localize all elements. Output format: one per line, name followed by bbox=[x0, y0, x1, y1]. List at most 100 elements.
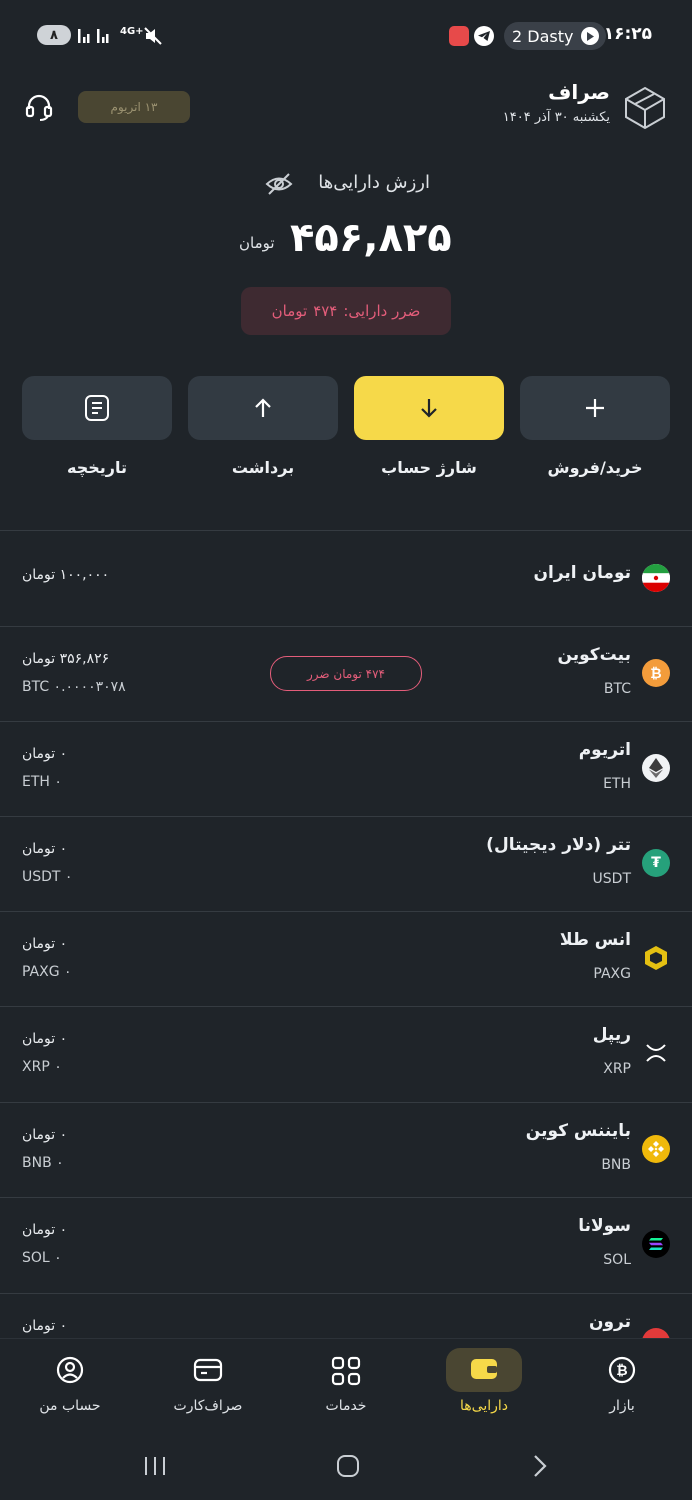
tether-coin-icon: ₮ bbox=[642, 849, 670, 877]
deposit-button[interactable] bbox=[354, 376, 504, 440]
battery-level: ۸ bbox=[50, 27, 58, 43]
bitcoin-coin-icon: ₿ bbox=[642, 659, 670, 687]
hide-balance-eye-icon[interactable] bbox=[265, 171, 293, 201]
asset-row-paxg[interactable]: انس طلا PAXG ۰ تومان PAXG ۰ bbox=[0, 912, 692, 1007]
withdraw-button[interactable] bbox=[188, 376, 338, 440]
header-date: یکشنبه ۳۰ آذر ۱۴۰۴ bbox=[502, 110, 610, 125]
asset-name: تومان ایران bbox=[533, 563, 631, 583]
asset-amount: ETH ۰ bbox=[22, 774, 62, 790]
arrow-up-icon bbox=[255, 398, 271, 417]
asset-name: اتریوم bbox=[578, 740, 631, 760]
loss-currency: تومان bbox=[271, 302, 308, 320]
asset-value: ۰ تومان bbox=[22, 1127, 68, 1143]
play-icon bbox=[581, 27, 600, 45]
asset-value: ۱۰۰,۰۰۰ تومان bbox=[22, 567, 110, 583]
asset-name: تتر (دلار دیجیتال) bbox=[486, 835, 631, 855]
mute-icon bbox=[143, 26, 163, 50]
asset-row-usdt[interactable]: ₮ تتر (دلار دیجیتال) USDT ۰ تومان USDT ۰ bbox=[0, 817, 692, 912]
nav-services[interactable]: خدمات bbox=[286, 1346, 406, 1426]
plus-icon bbox=[586, 399, 604, 417]
history-button[interactable] bbox=[22, 376, 172, 440]
asset-row-eth[interactable]: اتریوم ETH ۰ تومان ETH ۰ bbox=[0, 722, 692, 817]
asset-name: ترون bbox=[588, 1312, 631, 1332]
buy-sell-button[interactable] bbox=[520, 376, 670, 440]
card-icon bbox=[193, 1358, 223, 1386]
nav-assets[interactable]: دارایی‌ها bbox=[424, 1346, 544, 1426]
iran-flag-icon bbox=[642, 564, 670, 592]
asset-row-toman[interactable]: تومان ایران ۱۰۰,۰۰۰ تومان bbox=[0, 531, 692, 626]
loss-pill: ۴۷۴ تومان ضرر bbox=[270, 656, 422, 691]
status-bar: ۱۶:۲۵ 2 Dasty ۸ 4G+ bbox=[0, 0, 692, 70]
asset-value: ۳۵۶,۸۲۶ تومان bbox=[22, 651, 110, 667]
ripple-coin-icon bbox=[642, 1039, 670, 1067]
system-home-icon[interactable] bbox=[336, 1454, 360, 1482]
nav-label: خدمات bbox=[325, 1398, 367, 1414]
asset-name: بایننس کوین bbox=[525, 1121, 631, 1141]
arrow-down-icon bbox=[421, 399, 437, 418]
notification-app-icon bbox=[449, 26, 469, 46]
deposit-label: شارژ حساب bbox=[381, 458, 477, 477]
telegram-icon bbox=[474, 26, 494, 46]
asset-row-trx[interactable]: ترون ۰ تومان bbox=[0, 1294, 692, 1338]
network-type: 4G+ bbox=[120, 26, 144, 37]
media-chip-label: 2 Dasty bbox=[512, 26, 574, 46]
nav-label: صراف‌کارت bbox=[173, 1398, 243, 1414]
binance-coin-icon bbox=[642, 1135, 670, 1163]
loss-label: ضرر دارایی: bbox=[343, 302, 421, 320]
grid-icon bbox=[331, 1356, 361, 1390]
nav-market[interactable]: ₿ بازار bbox=[562, 1346, 682, 1426]
total-balance-currency: تومان bbox=[239, 234, 275, 252]
asset-name: انس طلا bbox=[559, 930, 631, 950]
history-document-icon bbox=[85, 395, 109, 421]
eth-chip[interactable]: ۱۳ اتریوم bbox=[78, 91, 190, 123]
asset-value: ۰ تومان bbox=[22, 1222, 68, 1238]
nav-card[interactable]: صراف‌کارت bbox=[148, 1346, 268, 1426]
asset-symbol: BNB bbox=[601, 1157, 631, 1173]
asset-value: ۰ تومان bbox=[22, 841, 68, 857]
asset-value: ۰ تومان bbox=[22, 936, 68, 952]
asset-row-xrp[interactable]: ریپل XRP ۰ تومان XRP ۰ bbox=[0, 1007, 692, 1102]
assets-value-title: ارزش دارایی‌ها bbox=[318, 172, 430, 193]
eth-chip-label: ۱۳ اتریوم bbox=[110, 100, 158, 114]
nav-label: حساب من bbox=[39, 1398, 101, 1414]
total-balance: ۴۵۶,۸۲۵ bbox=[290, 215, 452, 261]
gold-coin-icon bbox=[642, 944, 670, 972]
asset-symbol: SOL bbox=[603, 1252, 631, 1268]
solana-coin-icon bbox=[642, 1230, 670, 1258]
battery-icon: ۸ bbox=[37, 25, 71, 45]
bitcoin-icon: ₿ bbox=[608, 1356, 636, 1388]
support-headset-icon[interactable] bbox=[24, 92, 54, 126]
loss-value: ۴۷۴ bbox=[313, 302, 338, 320]
loss-badge: ضرر دارایی: ۴۷۴ تومان bbox=[241, 287, 451, 335]
asset-value: ۰ تومان bbox=[22, 1318, 68, 1334]
nav-label: دارایی‌ها bbox=[460, 1398, 508, 1414]
history-label: تاریخچه bbox=[67, 458, 127, 477]
media-chip[interactable]: 2 Dasty bbox=[504, 22, 606, 50]
app-logo-icon bbox=[624, 86, 666, 134]
nav-account[interactable]: حساب من bbox=[10, 1346, 130, 1426]
asset-symbol: USDT bbox=[592, 871, 631, 887]
loss-pill-text: ۴۷۴ تومان ضرر bbox=[306, 666, 385, 681]
asset-amount: PAXG ۰ bbox=[22, 964, 72, 980]
asset-name: ریپل bbox=[592, 1025, 631, 1045]
asset-amount: USDT ۰ bbox=[22, 869, 73, 885]
asset-amount: SOL ۰ bbox=[22, 1250, 62, 1266]
system-back-icon[interactable] bbox=[532, 1454, 548, 1482]
svg-text:₿: ₿ bbox=[616, 1363, 627, 1379]
time-text: ۱۶:۲۵ bbox=[603, 24, 652, 44]
asset-symbol: ETH bbox=[603, 776, 631, 792]
withdraw-label: برداشت bbox=[231, 458, 295, 477]
asset-name: سولانا bbox=[578, 1216, 631, 1236]
buy-sell-label: خرید/فروش bbox=[547, 458, 643, 477]
asset-row-bnb[interactable]: بایننس کوین BNB ۰ تومان BNB ۰ bbox=[0, 1103, 692, 1198]
tron-coin-icon bbox=[642, 1328, 670, 1338]
asset-name: بیت‌کوین bbox=[557, 645, 631, 665]
asset-amount: BTC ۰.۰۰۰۰۳۰۷۸ bbox=[22, 679, 126, 695]
asset-amount: BNB ۰ bbox=[22, 1155, 64, 1171]
asset-symbol: PAXG bbox=[593, 966, 631, 982]
system-recent-apps-icon[interactable] bbox=[143, 1455, 167, 1481]
asset-symbol: BTC bbox=[603, 681, 631, 697]
asset-row-btc[interactable]: ₿ بیت‌کوین BTC ۴۷۴ تومان ضرر ۳۵۶,۸۲۶ توم… bbox=[0, 627, 692, 722]
asset-row-sol[interactable]: سولانا SOL ۰ تومان SOL ۰ bbox=[0, 1198, 692, 1293]
asset-value: ۰ تومان bbox=[22, 1031, 68, 1047]
